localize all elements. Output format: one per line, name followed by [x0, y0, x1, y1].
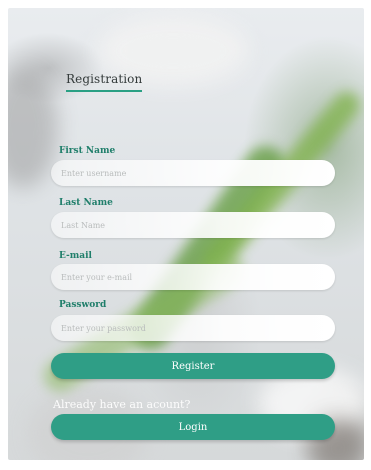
login-button[interactable]: Login	[51, 414, 335, 440]
register-button[interactable]: Register	[51, 353, 335, 379]
password-label: Password	[59, 300, 107, 310]
page-title: Registration	[66, 72, 143, 86]
title-underline	[66, 90, 142, 92]
first-name-label: First Name	[59, 146, 116, 156]
last-name-input[interactable]	[51, 212, 335, 238]
registration-card: Registration First Name Last Name E-mail…	[8, 8, 364, 460]
email-input[interactable]	[51, 264, 335, 290]
email-label: E-mail	[59, 251, 92, 261]
last-name-label: Last Name	[59, 198, 113, 208]
password-input[interactable]	[51, 315, 335, 341]
first-name-input[interactable]	[51, 160, 335, 186]
already-have-account-link[interactable]: Already have an acount?	[53, 398, 190, 411]
